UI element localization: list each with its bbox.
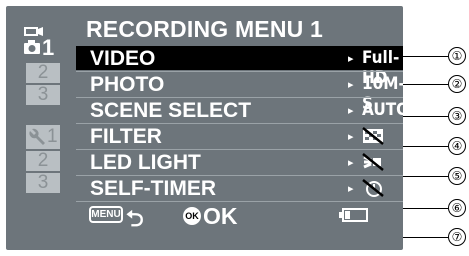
callout-leader [403, 84, 448, 85]
filter-off-icon [362, 127, 384, 145]
menu-item-scene-select[interactable]: SCENE SELECT ▸ AUTO [76, 98, 409, 122]
setup-page-number: 1 [47, 126, 58, 147]
callout-6: ⑥ [448, 199, 466, 217]
wrench-icon [29, 128, 45, 145]
callout-leader [403, 146, 448, 147]
self-timer-off-icon [362, 179, 384, 197]
menu-item-filter[interactable]: FILTER ▸ [76, 124, 403, 148]
menu-button[interactable]: MENU [89, 206, 123, 223]
callout-1: ① [448, 47, 466, 65]
menu-item-label: SELF-TIMER [90, 177, 216, 200]
menu-item-led-light[interactable]: LED LIGHT ▸ [76, 150, 403, 174]
menu-item-self-timer[interactable]: SELF-TIMER ▸ [76, 176, 403, 200]
menu-item-value: AUTO [362, 100, 410, 120]
ok-button[interactable]: OK [183, 207, 201, 225]
camera-icon [24, 40, 40, 54]
menu-item-label: SCENE SELECT [90, 99, 252, 122]
callout-leader [403, 56, 448, 57]
setup-page-2[interactable]: 2 [26, 151, 60, 171]
menu-item-label: FILTER [90, 125, 162, 148]
callout-leader [403, 176, 448, 177]
arrow-right-icon: ▸ [348, 53, 354, 65]
callout-leader [403, 208, 448, 209]
callout-4: ④ [448, 137, 466, 155]
menu-item-label: VIDEO [90, 47, 156, 70]
arrow-right-icon: ▸ [348, 105, 354, 117]
arrow-right-icon: ▸ [348, 183, 354, 195]
sidebar: 1 2 3 1 2 3 [20, 24, 62, 236]
camera-page-2[interactable]: 2 [26, 63, 60, 83]
video-mode-icon [24, 27, 43, 36]
footer-bar: MENU ⮌ OK OK [76, 202, 403, 231]
ok-label: OK [203, 203, 238, 229]
callout-3: ③ [448, 107, 466, 125]
callout-2: ② [448, 75, 466, 93]
led-light-off-icon [362, 153, 384, 171]
callout-7: ⑦ [448, 228, 466, 246]
arrow-right-icon: ▸ [348, 157, 354, 169]
arrow-right-icon: ▸ [348, 79, 354, 91]
camera-page-3[interactable]: 3 [26, 85, 60, 105]
return-icon[interactable]: ⮌ [126, 202, 144, 240]
callout-leader [403, 116, 448, 117]
arrow-right-icon: ▸ [348, 131, 354, 143]
menu-item-photo[interactable]: PHOTO ▸ 10M-S [76, 72, 405, 114]
menu-item-label: LED LIGHT [90, 151, 201, 174]
battery-low-icon [342, 208, 368, 222]
lcd-screen: 1 2 3 1 2 3 RECORDING MENU 1 VIDEO ▸ Ful… [6, 6, 409, 250]
setup-tab[interactable]: 1 [26, 125, 60, 149]
callout-leader [403, 237, 448, 238]
callout-5: ⑤ [448, 167, 466, 185]
setup-page-3[interactable]: 3 [26, 173, 60, 193]
menu-title: RECORDING MENU 1 [86, 16, 324, 42]
menu-item-label: PHOTO [90, 73, 165, 96]
menu-item-video[interactable]: VIDEO ▸ Full-HD [76, 46, 403, 88]
